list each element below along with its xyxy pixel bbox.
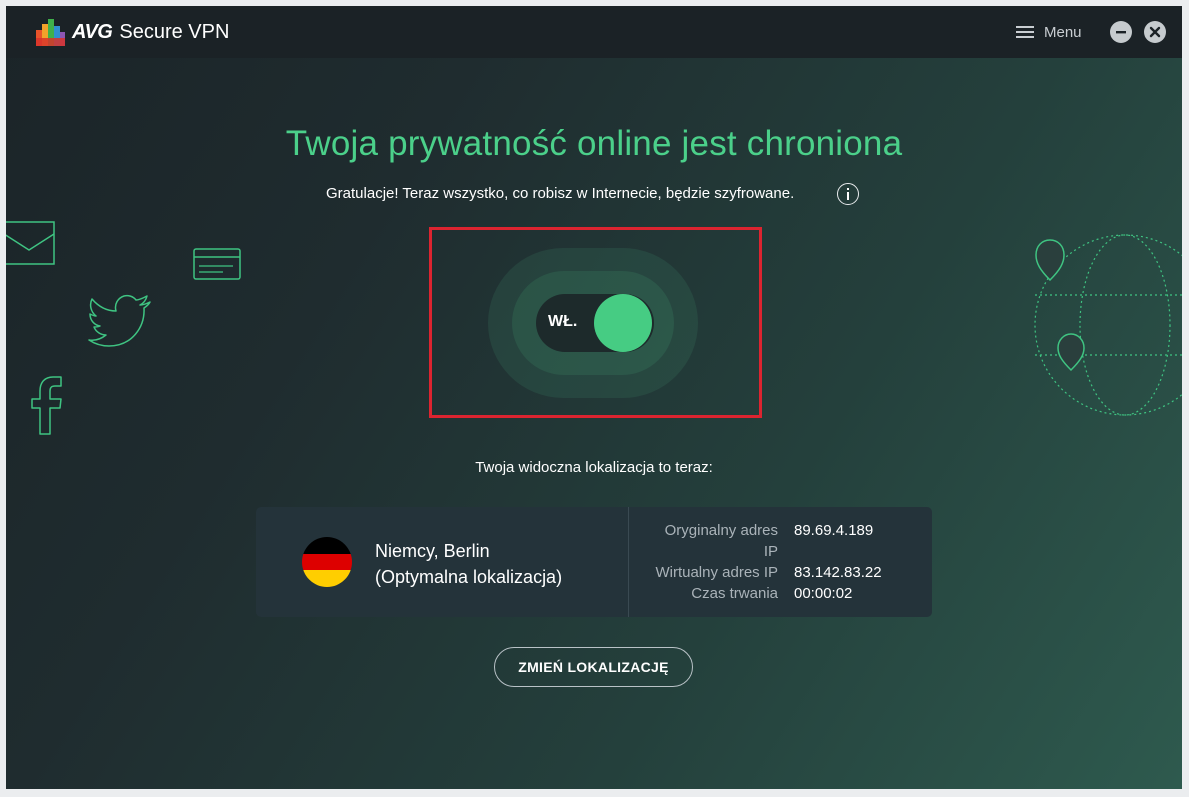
globe-icon xyxy=(1034,234,1182,416)
info-icon[interactable] xyxy=(837,183,859,205)
current-location[interactable]: Niemcy, Berlin (Optymalna lokalizacja) xyxy=(256,507,628,617)
encryption-message: Gratulacje! Teraz wszystko, co robisz w … xyxy=(326,185,795,202)
location-note: (Optymalna lokalizacja) xyxy=(375,567,563,587)
hamburger-icon xyxy=(1016,26,1034,38)
menu-label: Menu xyxy=(1044,23,1082,41)
avg-logo-icon xyxy=(36,19,65,46)
close-icon xyxy=(1149,26,1161,38)
protection-headline: Twoja prywatność online jest chroniona xyxy=(285,124,903,163)
change-location-button[interactable]: ZMIEŃ LOKALIZACJĘ xyxy=(494,647,693,687)
facebook-icon xyxy=(31,376,62,435)
twitter-icon xyxy=(88,294,151,347)
virtual-ip-value: 83.142.83.22 xyxy=(794,564,882,581)
original-ip-label-cont: IP xyxy=(763,543,778,560)
location-caption: Twoja widoczna lokalizacja to teraz: xyxy=(475,459,713,476)
mail-icon xyxy=(6,221,55,265)
location-card: Niemcy, Berlin (Optymalna lokalizacja) O… xyxy=(256,507,932,617)
vpn-toggle[interactable]: WŁ. xyxy=(536,294,654,352)
map-pin-icon xyxy=(1035,239,1065,282)
product-name: Secure VPN xyxy=(119,20,230,43)
connection-stats: Oryginalny adres IP 89.69.4.189 Wirtualn… xyxy=(629,507,932,617)
duration-value: 00:00:02 xyxy=(794,585,853,602)
map-pin-icon xyxy=(1057,333,1085,372)
close-button[interactable] xyxy=(1144,21,1166,43)
vpn-window: AVG Secure VPN Menu Twoja prywatność onl… xyxy=(6,6,1182,789)
brand-name: AVG xyxy=(72,20,113,43)
toggle-knob xyxy=(594,294,652,352)
toggle-state-label: WŁ. xyxy=(548,313,578,330)
original-ip-label: Oryginalny adres xyxy=(664,522,778,539)
original-ip-value: 89.69.4.189 xyxy=(794,522,874,539)
duration-label: Czas trwania xyxy=(691,585,778,602)
menu-button[interactable]: Menu xyxy=(1016,21,1082,43)
location-city: Niemcy, Berlin xyxy=(375,541,490,561)
germany-flag-icon xyxy=(302,537,352,587)
minimize-icon xyxy=(1116,31,1126,34)
virtual-ip-label: Wirtualny adres IP xyxy=(655,564,778,581)
brand: AVG Secure VPN xyxy=(34,16,229,48)
title-bar: AVG Secure VPN Menu xyxy=(6,6,1182,58)
location-name: Niemcy, Berlin (Optymalna lokalizacja) xyxy=(375,538,562,590)
credit-card-icon xyxy=(193,248,241,280)
minimize-button[interactable] xyxy=(1110,21,1132,43)
